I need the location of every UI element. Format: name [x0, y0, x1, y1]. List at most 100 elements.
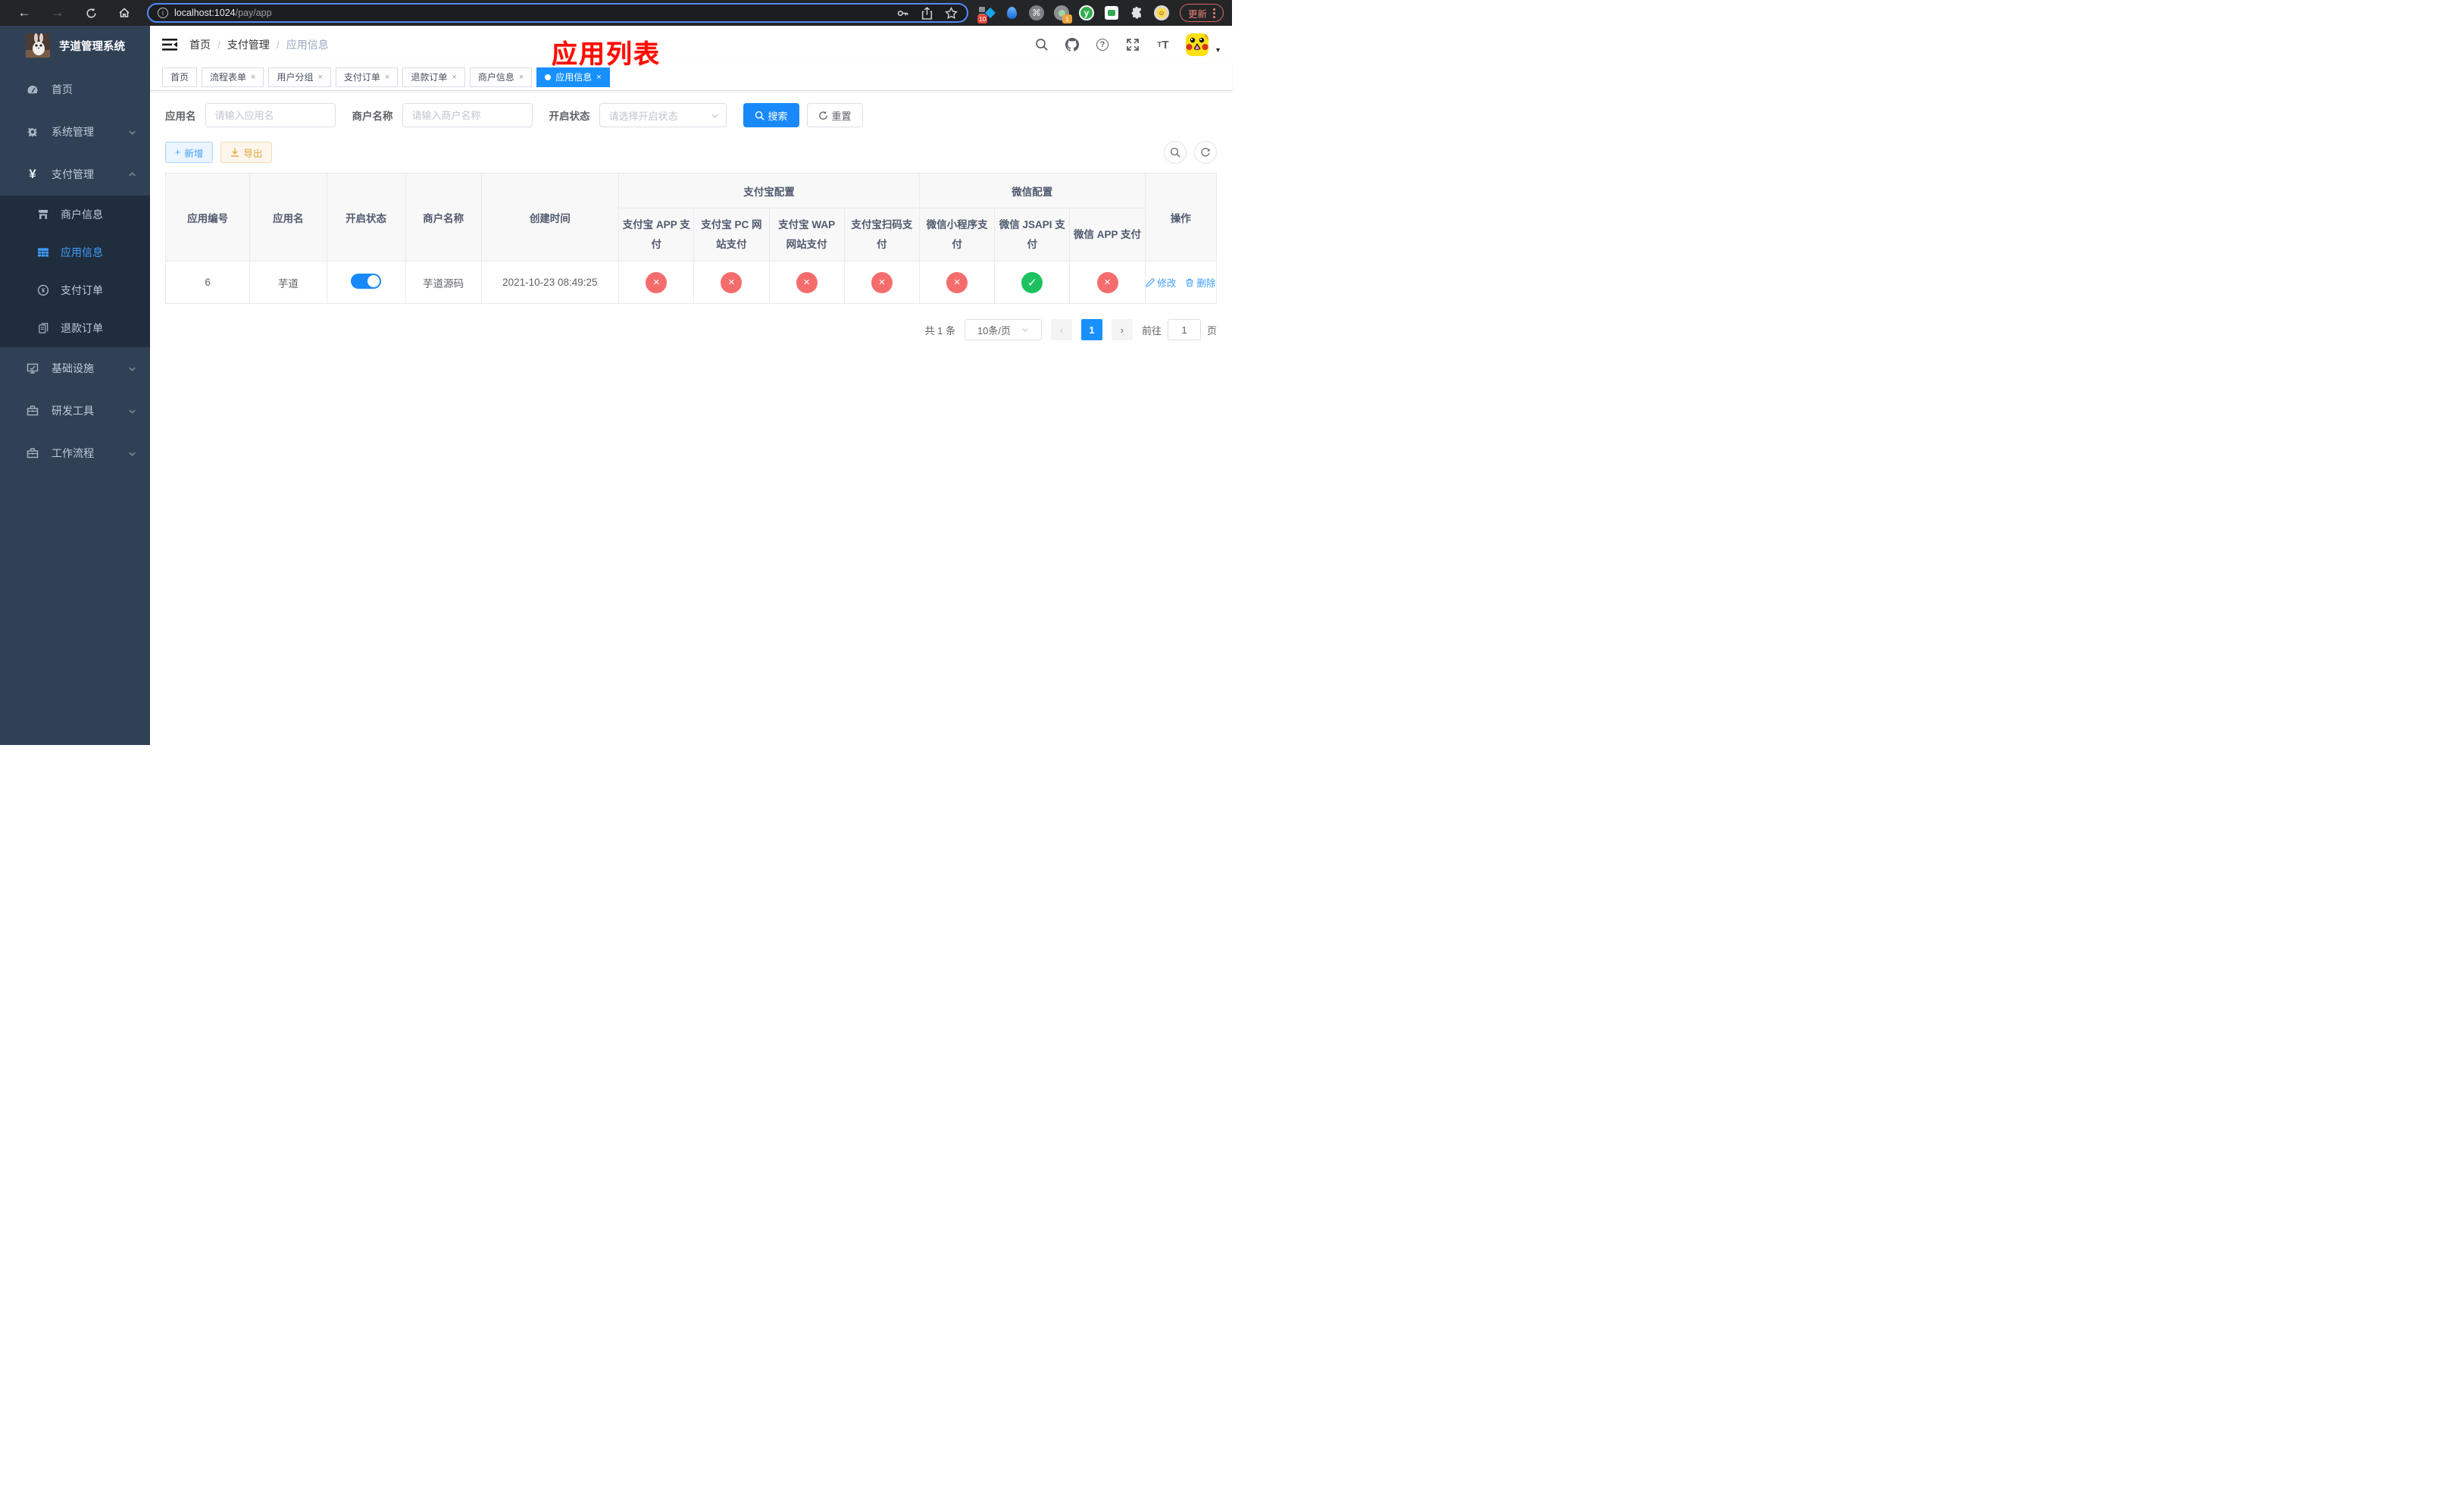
col-alipay-qr: 支付宝扫码支付 — [843, 208, 920, 261]
browser-forward-icon[interactable]: → — [41, 5, 74, 20]
cell-created: 2021-10-23 08:49:25 — [480, 261, 620, 304]
url-text: localhost:1024/pay/app — [174, 8, 272, 18]
status-toggle[interactable] — [351, 274, 382, 289]
gear-icon — [26, 126, 39, 138]
sidebar-item-label: 系统管理 — [52, 126, 94, 138]
browser-home-icon[interactable] — [108, 7, 141, 19]
delete-link[interactable]: 删除 — [1185, 275, 1215, 290]
close-icon[interactable]: × — [452, 73, 456, 82]
yen-icon: ¥ — [29, 167, 36, 181]
prev-page-button[interactable]: ‹ — [1050, 319, 1072, 340]
extension-command-icon[interactable]: ⌘ — [1029, 5, 1044, 20]
extension-chat-icon[interactable] — [1104, 5, 1119, 20]
sidebar-item-infrastructure[interactable]: 基础设施 — [0, 347, 150, 390]
page-info-icon[interactable]: i — [158, 8, 168, 18]
sidebar-item-pay-order[interactable]: ¥ 支付订单 — [0, 271, 150, 309]
close-icon[interactable]: × — [251, 73, 255, 82]
col-app-id: 应用编号 — [164, 173, 251, 261]
add-button[interactable]: + 新增 — [165, 142, 214, 163]
col-wechat-mini: 微信小程序支付 — [918, 208, 996, 261]
chevron-down-icon — [128, 365, 136, 373]
sidebar-item-home[interactable]: 首页 — [0, 68, 150, 111]
sidebar-item-refund-order[interactable]: 退款订单 — [0, 309, 150, 347]
extension-sidebar-icon[interactable]: 10 — [977, 5, 996, 23]
sidebar-item-label: 退款订单 — [61, 322, 103, 334]
group-alipay-config: 支付宝配置 — [618, 173, 920, 208]
sidebar-item-system[interactable]: 系统管理 — [0, 111, 150, 153]
extensions-puzzle-icon[interactable] — [1129, 5, 1144, 20]
sidebar-item-label: 工作流程 — [52, 447, 94, 459]
tab-user-group[interactable]: 用户分组 × — [268, 67, 331, 87]
active-dot — [545, 74, 552, 80]
toggle-search-button[interactable] — [1164, 141, 1187, 164]
sidebar-item-label: 商户信息 — [61, 208, 103, 221]
github-icon[interactable] — [1065, 37, 1080, 52]
page-1-button[interactable]: 1 — [1080, 319, 1102, 340]
close-icon[interactable]: × — [596, 73, 601, 82]
chevron-down-icon — [128, 128, 136, 136]
sidebar-item-merchant-info[interactable]: 商户信息 — [0, 196, 150, 233]
avatar[interactable] — [1185, 33, 1209, 56]
font-size-icon[interactable]: TT — [1155, 37, 1171, 52]
goto-page-input[interactable] — [1167, 319, 1201, 340]
password-key-icon[interactable] — [896, 7, 909, 20]
tab-refund-order[interactable]: 退款订单 × — [402, 67, 465, 87]
extension-badge: 1 — [1062, 14, 1072, 23]
address-bar[interactable]: i localhost:1024/pay/app — [147, 3, 968, 23]
wechat-mini-status-icon: × — [946, 271, 968, 293]
page-size-select[interactable]: 10条/页 — [964, 319, 1042, 340]
close-icon[interactable]: × — [385, 73, 389, 82]
help-icon[interactable]: ? — [1095, 37, 1110, 52]
refresh-table-button[interactable] — [1194, 141, 1217, 164]
extension-recorder-icon[interactable]: 1 — [1054, 5, 1072, 23]
fullscreen-icon[interactable] — [1125, 37, 1140, 52]
sidebar-item-label: 首页 — [52, 83, 73, 95]
sidebar-menu: 首页 系统管理 ¥ 支付管理 商户信息 应用信息 ¥ 支付订单 退款订单 基础设… — [0, 68, 150, 474]
col-status: 开启状态 — [326, 173, 406, 261]
shop-icon — [36, 208, 50, 221]
extension-badge: 10 — [977, 14, 988, 23]
extension-smiley-icon[interactable]: ☺ — [1154, 5, 1169, 20]
browser-reload-icon[interactable] — [74, 8, 108, 19]
sidebar-item-label: 支付管理 — [52, 168, 94, 180]
collapse-sidebar-icon[interactable] — [162, 38, 177, 52]
browser-menu-icon[interactable] — [1213, 8, 1216, 18]
header-search-icon[interactable] — [1034, 37, 1049, 52]
extension-y-icon[interactable]: y — [1079, 5, 1094, 20]
browser-back-icon[interactable]: ← — [8, 5, 41, 20]
sidebar-item-dev-tools[interactable]: 研发工具 — [0, 390, 150, 432]
close-icon[interactable]: × — [317, 73, 322, 82]
app-name-input[interactable] — [205, 103, 336, 127]
plus-icon: + — [175, 147, 181, 158]
tab-process-form[interactable]: 流程表单 × — [202, 67, 264, 87]
app-title: 芋道管理系统 — [59, 40, 125, 53]
pagination: 共 1 条 10条/页 ‹ 1 › 前往 页 — [165, 319, 1217, 340]
share-icon[interactable] — [921, 6, 933, 20]
alipay-wap-status-icon: × — [796, 271, 818, 293]
breadcrumb-home[interactable]: 首页 — [189, 37, 211, 52]
bookmark-star-icon[interactable] — [945, 6, 958, 20]
reset-button[interactable]: 重置 — [806, 103, 863, 127]
document-copy-icon — [36, 322, 50, 334]
next-page-button[interactable]: › — [1111, 319, 1133, 340]
sidebar-item-label: 研发工具 — [52, 405, 94, 417]
tab-pay-order[interactable]: 支付订单 × — [335, 67, 399, 87]
tab-home[interactable]: 首页 — [162, 67, 198, 87]
close-icon[interactable]: × — [519, 73, 524, 82]
sidebar-item-app-info[interactable]: 应用信息 — [0, 233, 150, 271]
avatar-dropdown-caret-icon[interactable]: ▾ — [1216, 46, 1220, 55]
export-button[interactable]: 导出 — [220, 142, 273, 163]
sidebar-item-payment[interactable]: ¥ 支付管理 — [0, 153, 150, 196]
sidebar-item-workflow[interactable]: 工作流程 — [0, 432, 150, 474]
breadcrumb-payment[interactable]: 支付管理 — [227, 37, 270, 52]
chevron-up-icon — [128, 171, 136, 179]
tab-merchant-info[interactable]: 商户信息 × — [469, 67, 533, 87]
cell-app-id: 6 — [164, 261, 251, 304]
edit-link[interactable]: 修改 — [1146, 275, 1176, 290]
merchant-name-label: 商户名称 — [352, 111, 393, 122]
status-select[interactable]: 请选择开启状态 — [599, 103, 727, 127]
extension-pin-icon[interactable] — [1004, 5, 1019, 20]
search-button[interactable]: 搜索 — [743, 103, 799, 127]
merchant-name-input[interactable] — [402, 103, 533, 127]
browser-update-button[interactable]: 更新 — [1180, 4, 1224, 22]
